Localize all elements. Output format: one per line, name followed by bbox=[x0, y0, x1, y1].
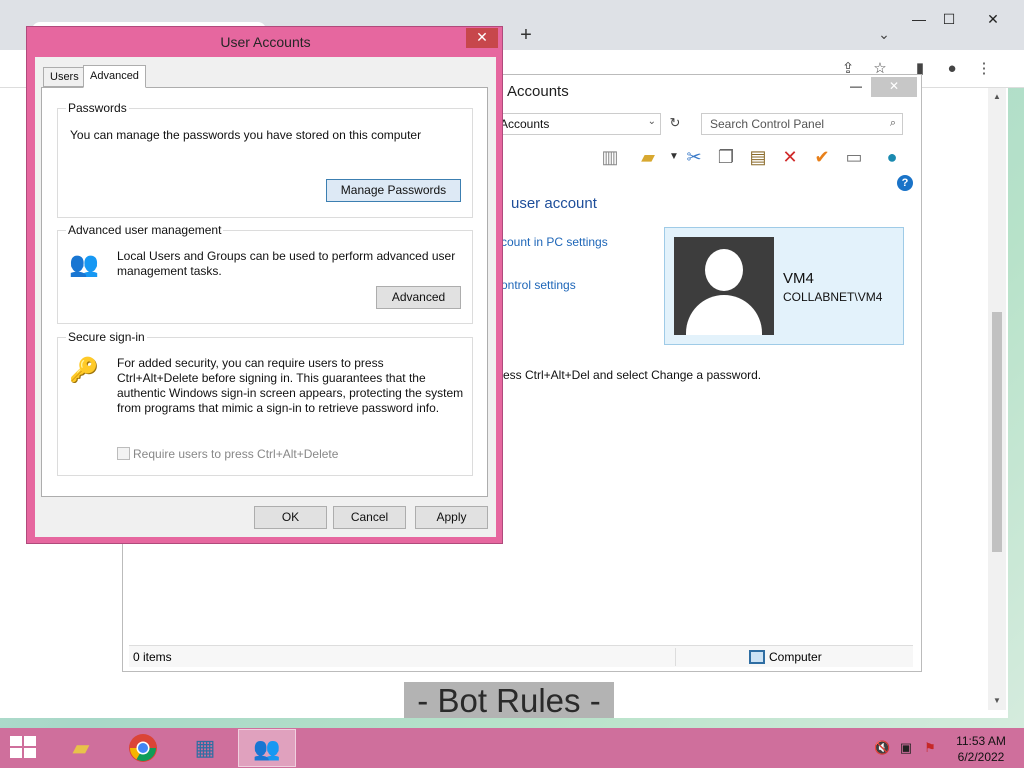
dialog-close-button[interactable]: ✕ bbox=[466, 28, 498, 48]
search-input[interactable]: Search Control Panel ⌕ bbox=[701, 113, 903, 135]
uac-settings-link[interactable]: ontrol settings bbox=[501, 278, 576, 292]
search-icon[interactable]: ⌕ bbox=[890, 117, 896, 130]
window-title: Accounts bbox=[507, 83, 569, 100]
passwords-group: Passwords You can manage the passwords y… bbox=[57, 101, 473, 218]
avatar bbox=[674, 237, 774, 335]
item-count: 0 items bbox=[133, 650, 172, 664]
tab-search-button[interactable]: ⌄ bbox=[872, 26, 896, 46]
new-tab-button[interactable]: + bbox=[512, 24, 540, 48]
network-icon[interactable]: ▣ bbox=[898, 740, 914, 756]
minimize-button[interactable]: — bbox=[902, 8, 936, 32]
volume-muted-icon[interactable]: 🔇 bbox=[874, 740, 890, 756]
scrollbar[interactable]: ▲ ▼ bbox=[988, 88, 1006, 710]
scroll-up-icon[interactable]: ▲ bbox=[991, 92, 1003, 101]
ctrl-alt-del-checkbox[interactable] bbox=[117, 447, 130, 460]
help-icon[interactable]: ? bbox=[897, 175, 913, 191]
chevron-down-icon[interactable]: ⌄ bbox=[648, 116, 656, 127]
close-button[interactable]: ✕ bbox=[976, 8, 1010, 32]
manage-passwords-button[interactable]: Manage Passwords bbox=[326, 179, 461, 202]
ok-button[interactable]: OK bbox=[254, 506, 327, 529]
folder-icon[interactable]: ▰ bbox=[635, 145, 661, 169]
dialog-title: User Accounts bbox=[220, 34, 311, 50]
status-bar: 0 items Computer bbox=[129, 645, 913, 667]
copy-icon[interactable]: ❐ bbox=[713, 145, 739, 169]
users-group-icon: 👥 bbox=[69, 251, 99, 278]
scroll-down-icon[interactable]: ▼ bbox=[991, 696, 1003, 705]
user-accounts-icon[interactable]: 👥 bbox=[238, 729, 296, 767]
dialog-body: Users Advanced Passwords You can manage … bbox=[35, 57, 496, 537]
refresh-icon[interactable]: ↻ bbox=[665, 115, 685, 133]
action-center-icon[interactable]: ⚑ bbox=[922, 740, 938, 756]
tab-users[interactable]: Users bbox=[43, 67, 86, 87]
group-label: Advanced user management bbox=[66, 223, 224, 237]
advanced-mgmt-group: Advanced user management 👥 Local Users a… bbox=[57, 223, 473, 324]
secure-signin-description: For added security, you can require user… bbox=[117, 356, 464, 415]
scroll-thumb[interactable] bbox=[992, 312, 1002, 552]
maximize-button[interactable]: ☐ bbox=[932, 8, 966, 32]
apply-button[interactable]: Apply bbox=[415, 506, 488, 529]
start-button[interactable] bbox=[10, 736, 38, 760]
tab-advanced[interactable]: Advanced bbox=[83, 65, 146, 88]
paste-icon[interactable]: ▤ bbox=[745, 145, 771, 169]
user-card: VM4 COLLABNET\VM4 bbox=[664, 227, 904, 345]
cut-icon[interactable]: ✂ bbox=[681, 145, 707, 169]
group-label: Secure sign-in bbox=[66, 330, 147, 344]
clock-date[interactable]: 6/2/2022 bbox=[948, 750, 1014, 764]
checkmark-icon[interactable]: ✔ bbox=[809, 145, 835, 169]
computer-icon bbox=[749, 650, 765, 664]
advanced-mgmt-description: Local Users and Groups can be used to pe… bbox=[117, 249, 456, 278]
pc-settings-link[interactable]: count in PC settings bbox=[501, 235, 608, 249]
cancel-button[interactable]: Cancel bbox=[333, 506, 406, 529]
passwords-description: You can manage the passwords you have st… bbox=[70, 128, 422, 142]
page-banner: - Bot Rules - bbox=[404, 682, 614, 718]
profile-icon[interactable]: ● bbox=[940, 58, 964, 80]
clock-time[interactable]: 11:53 AM bbox=[948, 734, 1014, 748]
group-label: Passwords bbox=[66, 101, 129, 115]
delete-icon[interactable]: ✕ bbox=[777, 145, 803, 169]
chrome-icon[interactable] bbox=[114, 729, 172, 767]
address-bar[interactable]: Accounts ⌄ bbox=[493, 113, 661, 135]
ctrl-alt-del-label[interactable]: Require users to press Ctrl+Alt+Delete bbox=[133, 447, 338, 461]
user-accounts-dialog: User Accounts ✕ Users Advanced Passwords… bbox=[26, 26, 503, 544]
address-text: Accounts bbox=[500, 117, 550, 131]
menu-icon[interactable]: ⋮ bbox=[972, 58, 996, 80]
search-placeholder: Search Control Panel bbox=[710, 117, 825, 131]
properties-icon[interactable]: ▭ bbox=[841, 145, 867, 169]
page-heading: user account bbox=[511, 195, 597, 212]
globe-icon[interactable]: ● bbox=[879, 145, 905, 169]
secure-signin-group: Secure sign-in 🔑 For added security, you… bbox=[57, 330, 473, 476]
layout-icon[interactable]: ▥ bbox=[597, 145, 623, 169]
status-location: Computer bbox=[749, 650, 822, 664]
control-panel-icon[interactable]: ▦ bbox=[176, 729, 234, 767]
cp-close-button[interactable]: ✕ bbox=[871, 77, 917, 97]
taskbar: ▰ ▦ 👥 🔇 ▣ ⚑ 11:53 AM 6/2/2022 bbox=[0, 728, 1024, 768]
password-note: ress Ctrl+Alt+Del and select Change a pa… bbox=[499, 368, 762, 382]
advanced-tab-panel: Passwords You can manage the passwords y… bbox=[41, 87, 488, 497]
advanced-button[interactable]: Advanced bbox=[376, 286, 461, 309]
file-explorer-icon[interactable]: ▰ bbox=[52, 729, 110, 767]
user-domain: COLLABNET\VM4 bbox=[783, 290, 883, 304]
key-icon: 🔑 bbox=[69, 357, 99, 384]
user-name: VM4 bbox=[783, 270, 814, 287]
